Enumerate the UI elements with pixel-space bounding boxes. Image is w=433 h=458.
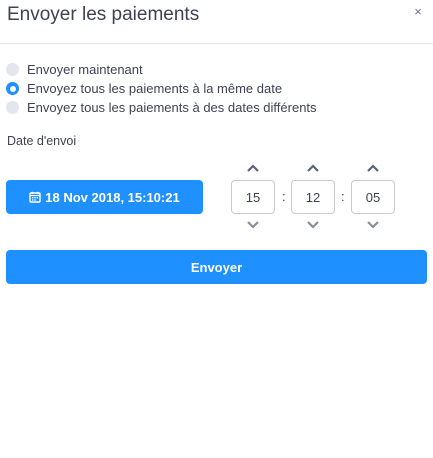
option-same-date[interactable]: Envoyez tous les paiements à la même dat… bbox=[6, 79, 317, 98]
hours-input[interactable]: 15 bbox=[231, 180, 275, 214]
modal-header: Envoyer les paiements × bbox=[0, 0, 433, 44]
send-button-label: Envoyer bbox=[190, 259, 243, 275]
date-picker-button[interactable]: 18 Nov 2018, 15:10:21 bbox=[6, 180, 203, 214]
chevron-down-icon[interactable] bbox=[246, 220, 260, 230]
chevron-up-icon[interactable] bbox=[366, 163, 380, 173]
send-button[interactable]: Envoyer bbox=[6, 250, 427, 284]
time-separator: : bbox=[341, 189, 345, 204]
chevron-up-icon[interactable] bbox=[306, 163, 320, 173]
close-icon: × bbox=[414, 4, 422, 19]
option-different-dates[interactable]: Envoyez tous les paiements à des dates d… bbox=[6, 98, 317, 117]
minutes-spinner: 12 bbox=[291, 163, 335, 230]
date-picker-value: 18 Nov 2018, 15:10:21 bbox=[45, 189, 180, 205]
hours-spinner: 15 bbox=[231, 163, 275, 230]
minutes-input[interactable]: 12 bbox=[291, 180, 335, 214]
seconds-input[interactable]: 05 bbox=[351, 180, 395, 214]
modal-title: Envoyer les paiements bbox=[7, 4, 200, 25]
radio-different-dates[interactable] bbox=[6, 101, 19, 114]
chevron-down-icon[interactable] bbox=[366, 220, 380, 230]
radio-send-now[interactable] bbox=[6, 63, 19, 76]
option-send-now[interactable]: Envoyer maintenant bbox=[6, 60, 317, 79]
calendar-icon bbox=[29, 191, 41, 203]
chevron-down-icon[interactable] bbox=[306, 220, 320, 230]
close-button[interactable]: × bbox=[408, 4, 428, 20]
radio-same-date[interactable] bbox=[6, 82, 19, 95]
option-label: Envoyez tous les paiements à la même dat… bbox=[27, 81, 283, 96]
send-options: Envoyer maintenant Envoyez tous les paie… bbox=[6, 60, 317, 117]
seconds-spinner: 05 bbox=[351, 163, 395, 230]
chevron-up-icon[interactable] bbox=[246, 163, 260, 173]
send-date-label: Date d'envoi bbox=[7, 134, 77, 148]
option-label: Envoyez tous les paiements à des dates d… bbox=[27, 100, 317, 115]
time-separator: : bbox=[282, 189, 286, 204]
option-label: Envoyer maintenant bbox=[27, 62, 143, 77]
